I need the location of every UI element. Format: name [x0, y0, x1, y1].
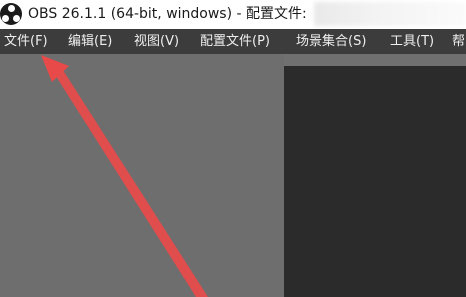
title-bar: OBS 26.1.1 (64-bit, windows) - 配置文件:: [0, 0, 466, 29]
menu-profile[interactable]: 配置文件(P): [200, 33, 270, 50]
preview-top-strip: [284, 54, 466, 66]
menu-file[interactable]: 文件(F): [4, 33, 48, 50]
menu-edit[interactable]: 编辑(E): [68, 33, 112, 50]
menu-bar: 文件(F) 编辑(E) 视图(V) 配置文件(P) 场景集合(S) 工具(T) …: [0, 29, 466, 54]
preview-background: [0, 54, 284, 297]
obs-logo-icon: [0, 3, 22, 25]
preview-canvas[interactable]: [284, 66, 466, 297]
obs-main-window: OBS 26.1.1 (64-bit, windows) - 配置文件: 文件(…: [0, 0, 466, 297]
menu-help[interactable]: 帮: [452, 33, 465, 50]
blurred-profile-name: [314, 2, 466, 26]
window-title: OBS 26.1.1 (64-bit, windows) - 配置文件:: [28, 6, 307, 22]
menu-scene-collection[interactable]: 场景集合(S): [296, 33, 366, 50]
menu-view[interactable]: 视图(V): [134, 33, 179, 50]
menu-tools[interactable]: 工具(T): [390, 33, 434, 50]
